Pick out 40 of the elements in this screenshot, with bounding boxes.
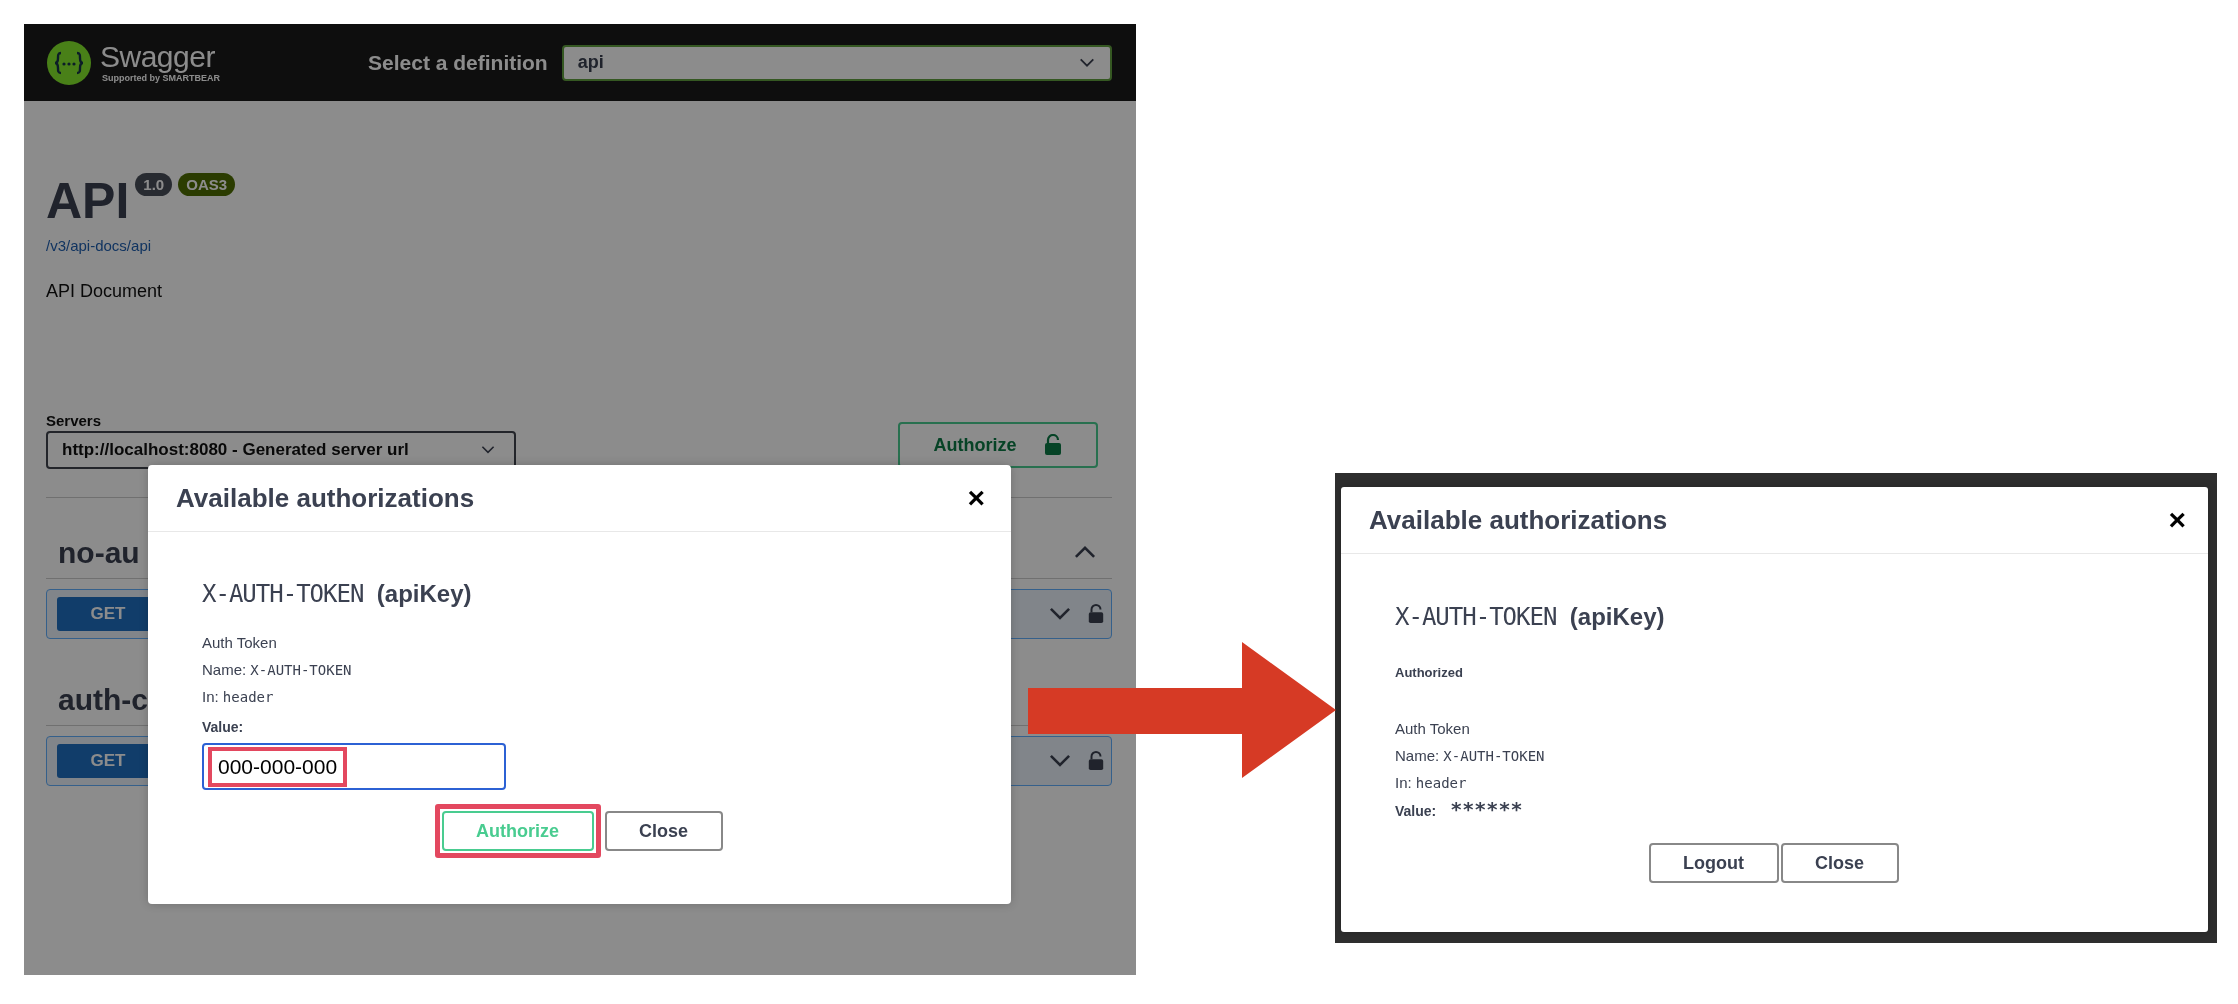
scheme-title: X-AUTH-TOKEN (apiKey) bbox=[1395, 603, 1665, 631]
field-label: Value: bbox=[1395, 803, 1437, 819]
definition-label: Select a definition bbox=[368, 50, 548, 75]
select-value: api bbox=[577, 52, 604, 73]
close-button[interactable]: Close bbox=[604, 811, 723, 851]
server-select[interactable]: http://localhost:8080 - Generated server url bbox=[46, 431, 516, 469]
name-text: Name: X-AUTH-TOKEN bbox=[202, 661, 352, 678]
lock-icon bbox=[1087, 604, 1105, 624]
status-label: Authorized bbox=[1395, 665, 1463, 680]
in-text: In: header bbox=[202, 688, 274, 705]
in-text: In: header bbox=[1395, 774, 1467, 791]
section-title: auth-c bbox=[58, 683, 148, 717]
right-arrow-icon bbox=[1028, 642, 1336, 778]
lock-icon bbox=[1042, 434, 1063, 456]
servers-label: Servers bbox=[46, 412, 102, 429]
description-text: Auth Token bbox=[1395, 720, 1470, 737]
spec-badge: OAS3 bbox=[178, 173, 236, 196]
dialog-title: Available authorizations bbox=[176, 482, 475, 514]
masked-value: ****** bbox=[1450, 797, 1523, 821]
logo-icon bbox=[46, 39, 92, 86]
description-text: Auth Token bbox=[202, 634, 277, 651]
dialog-title: Available authorizations bbox=[1369, 504, 1668, 536]
logo-subtitle: Supported by SMARTBEAR bbox=[101, 73, 220, 84]
close-button[interactable]: × bbox=[967, 483, 985, 513]
scheme-title: X-AUTH-TOKEN (apiKey) bbox=[202, 580, 472, 608]
section-title: no-au bbox=[58, 536, 140, 570]
spec-link[interactable]: /v3/api-docs/api bbox=[46, 237, 152, 254]
field-label: Value: bbox=[202, 719, 244, 735]
logout-button[interactable]: Logout bbox=[1648, 843, 1779, 883]
definition-select[interactable]: api bbox=[561, 44, 1112, 81]
value-field[interactable]: 000-000-000 bbox=[202, 743, 506, 790]
close-button[interactable]: × bbox=[2168, 505, 2186, 535]
api-title: API bbox=[46, 172, 130, 231]
name-text: Name: X-AUTH-TOKEN bbox=[1395, 747, 1545, 764]
select-value: http://localhost:8080 - Generated server url bbox=[62, 440, 409, 460]
close-button[interactable]: Close bbox=[1780, 843, 1899, 883]
description-text: API Document bbox=[46, 281, 163, 302]
lock-icon bbox=[1087, 751, 1105, 771]
logo-text: Swagger bbox=[100, 41, 216, 73]
version-badge: 1.0 bbox=[135, 173, 173, 196]
